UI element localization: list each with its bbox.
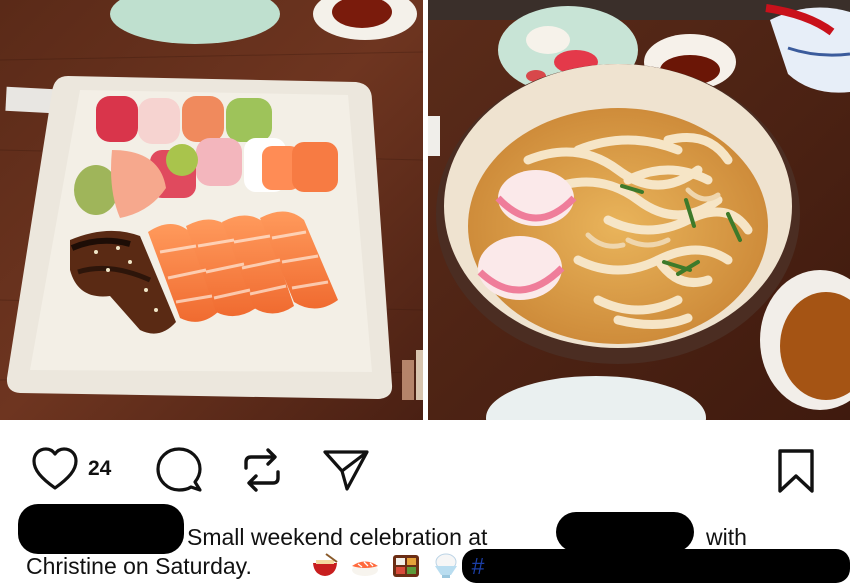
redacted-username — [18, 504, 184, 554]
comment-icon[interactable] — [155, 446, 203, 494]
caption-text-part1: Small weekend celebration at — [187, 524, 488, 550]
share-icon[interactable] — [322, 448, 370, 492]
caption-text-part2: with — [706, 524, 747, 550]
post-media — [0, 0, 850, 420]
repost-button[interactable] — [240, 446, 284, 494]
redacted-venue — [556, 512, 694, 552]
bookmark-icon[interactable] — [776, 448, 816, 494]
caption-hashtag[interactable]: # — [472, 553, 485, 579]
noodle-bowl-emoji — [310, 553, 340, 579]
post-actions: 24 — [0, 440, 850, 500]
repost-icon[interactable] — [240, 446, 284, 494]
shaved-ice-emoji — [431, 553, 461, 579]
bookmark-button[interactable] — [776, 448, 816, 494]
udon-photo[interactable] — [428, 0, 850, 420]
comment-button[interactable] — [155, 446, 203, 494]
bento-emoji — [391, 553, 421, 579]
redacted-hashtags — [462, 549, 850, 583]
caption-text-part3: Christine on Saturday. — [26, 553, 252, 579]
sushi-photo[interactable] — [0, 0, 423, 420]
heart-icon[interactable] — [31, 446, 79, 492]
like-count: 24 — [88, 457, 112, 480]
caption-emoji-row: # — [310, 551, 484, 582]
share-button[interactable] — [322, 448, 370, 492]
sushi-emoji — [350, 553, 380, 579]
like-button[interactable]: 24 — [31, 446, 111, 492]
